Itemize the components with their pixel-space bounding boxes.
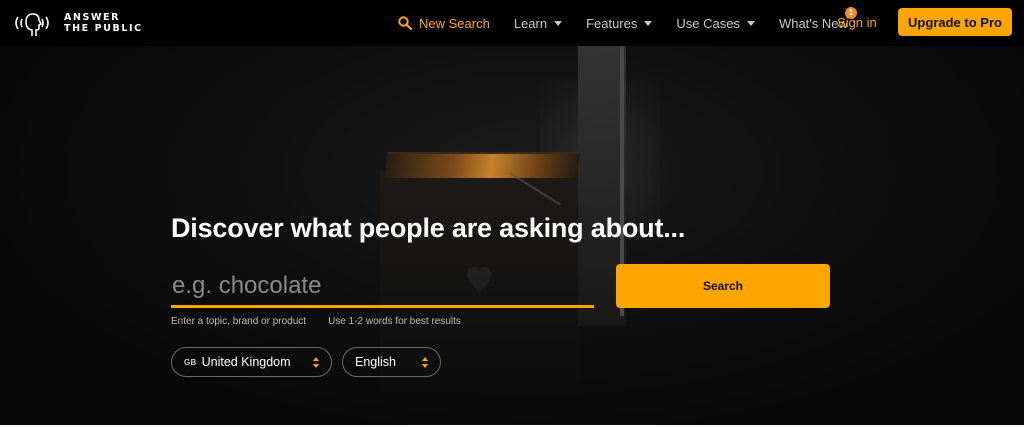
flag-icon: GB	[184, 357, 197, 367]
top-navbar: ANSWER THE PUBLIC New Search Learn Featu…	[0, 0, 1024, 46]
brand-logo[interactable]: ANSWER THE PUBLIC	[12, 9, 143, 37]
nav-use-cases[interactable]: Use Cases	[676, 16, 755, 31]
page: ANSWER THE PUBLIC New Search Learn Featu…	[0, 0, 1024, 427]
nav-features-label: Features	[586, 15, 638, 31]
chevron-down-icon	[746, 20, 755, 26]
nav-learn[interactable]: Learn	[513, 15, 563, 31]
search-input[interactable]	[171, 264, 594, 304]
language-select-value: English	[355, 355, 396, 369]
brand-name-line2: THE PUBLIC	[64, 23, 143, 34]
upgrade-to-pro-button[interactable]: Upgrade to Pro	[898, 8, 1012, 36]
brand-name-line1: ANSWER	[64, 12, 121, 23]
nav-features[interactable]: Features	[586, 15, 653, 31]
chevron-down-icon	[554, 20, 563, 26]
hint-words: Use 1-2 words for best results	[328, 316, 461, 327]
brand-name: ANSWER THE PUBLIC	[64, 12, 143, 34]
search-underline	[171, 305, 594, 308]
hero-headline: Discover what people are asking about...	[171, 213, 686, 243]
search-button[interactable]: Search	[616, 264, 830, 308]
background-box-lid	[384, 152, 580, 178]
nav-new-search[interactable]: New Search	[398, 16, 490, 31]
language-select[interactable]: English	[342, 347, 441, 377]
search-field-wrapper	[171, 264, 594, 308]
search-icon	[398, 16, 412, 30]
nav-menu: New Search Learn Features Use Cases What…	[398, 0, 872, 46]
country-select[interactable]: GB United Kingdom	[171, 347, 332, 377]
chevron-down-icon	[644, 20, 653, 26]
nav-new-search-label: New Search	[419, 15, 490, 31]
hint-topic: Enter a topic, brand or product	[171, 316, 307, 327]
select-arrows-icon	[313, 357, 319, 369]
nav-learn-label: Learn	[513, 15, 548, 31]
country-select-value: United Kingdom	[201, 355, 291, 369]
sign-in-link[interactable]: Sign in	[837, 15, 877, 30]
logo-head-icon	[15, 13, 49, 36]
select-arrows-icon	[422, 357, 428, 369]
nav-use-cases-label: Use Cases	[676, 15, 740, 31]
search-hints: Enter a topic, brand or product Use 1-2 …	[171, 316, 461, 327]
